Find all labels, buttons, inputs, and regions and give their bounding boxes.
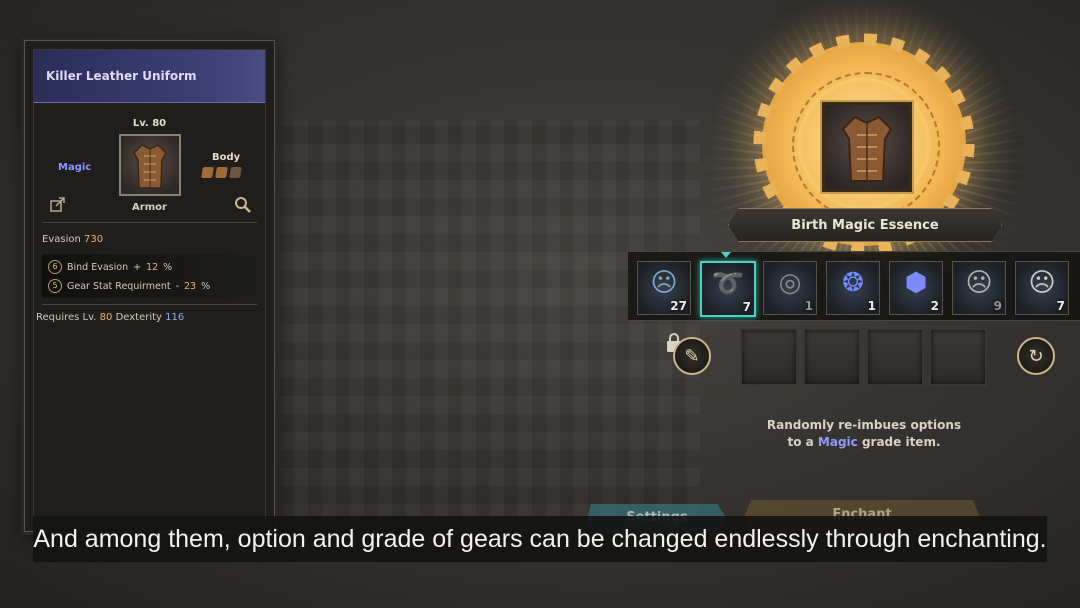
material-count: 9 (993, 299, 1002, 313)
material-strip: ☹ 27 ➰ 7 ◎ 1 ❂ 1 ⬢ 2 ☹ 9 ☹ 7 (628, 251, 1080, 321)
silver-face-icon: ☹ (1028, 268, 1056, 298)
base-stat-label: Evasion (42, 234, 81, 245)
item-tooltip-inner: Killer Leather Uniform Lv. 80 Magic Body… (33, 49, 266, 523)
material-count: 27 (670, 299, 687, 313)
pencil-icon: ✎ (684, 345, 700, 367)
material-count: 1 (804, 299, 813, 313)
divider (42, 222, 257, 223)
material-count: 2 (930, 299, 939, 313)
item-type: Armor (132, 202, 167, 213)
selected-material-name: Birth Magic Essence (791, 217, 939, 233)
item-name-header: Killer Leather Uniform (34, 50, 265, 103)
gray-orb-icon: ◎ (778, 268, 802, 298)
material-slot-rune-ring[interactable]: ❂ 1 (826, 261, 880, 315)
item-tooltip-panel: Killer Leather Uniform Lv. 80 Magic Body… (24, 40, 275, 532)
description-prefix: to a (787, 435, 818, 449)
material-count: 1 (867, 299, 876, 313)
serpent-essence-icon: ➰ (711, 269, 745, 299)
option-row: 5 Gear Stat Requirment - 23 % (48, 279, 210, 293)
requirement-stat-label: Dexterity (115, 312, 162, 323)
subtitle-text: And among them, option and grade of gear… (33, 524, 1047, 553)
option-slot (866, 328, 924, 386)
material-count: 7 (1056, 299, 1065, 313)
option-label: Bind Evasion (67, 261, 129, 273)
selected-material-banner: Birth Magic Essence (728, 208, 1002, 242)
material-slot-rune-cube[interactable]: ⬢ 2 (889, 261, 943, 315)
armor-item-icon (119, 134, 181, 196)
description-grade: Magic (817, 435, 858, 449)
option-row: 6 Bind Evasion + 12 % (48, 260, 172, 274)
base-stat-value: 730 (84, 234, 104, 245)
rune-cube-icon: ⬢ (904, 268, 928, 298)
enchant-description: Randomly re-imbues options to a Magic gr… (720, 417, 1008, 451)
spirit-face-icon: ☹ (650, 268, 678, 298)
description-line-2: to a Magic grade item. (720, 434, 1008, 451)
material-count: 7 (742, 300, 751, 314)
edit-pencil-button[interactable]: ✎ (673, 337, 711, 375)
divider (42, 304, 257, 305)
option-sign: + (133, 261, 142, 273)
material-slot-gray-orb[interactable]: ◎ 1 (763, 261, 817, 315)
selected-material-marker-icon (721, 252, 731, 258)
description-line-1: Randomly re-imbues options (766, 418, 962, 432)
option-slot (929, 328, 987, 386)
option-tier-badge: 6 (48, 260, 62, 274)
option-label: Gear Stat Requirment (67, 280, 171, 292)
item-slot: Body (212, 152, 241, 163)
requirement-level-value: 80 (99, 312, 113, 323)
option-tier-badge: 5 (48, 279, 62, 293)
option-slot (740, 328, 798, 386)
background-wall (280, 120, 700, 540)
option-value: 12 (146, 261, 159, 273)
video-subtitle: And among them, option and grade of gear… (33, 516, 1047, 562)
description-suffix: grade item. (857, 435, 941, 449)
option-slot (803, 328, 861, 386)
base-stat-line: Evasion 730 (42, 234, 103, 245)
body-slot-indicator (201, 167, 242, 178)
item-name: Killer Leather Uniform (46, 69, 197, 83)
reset-button[interactable]: ↻ (1017, 337, 1055, 375)
option-value: 23 (184, 280, 197, 292)
option-unit: % (163, 261, 173, 273)
option-unit: % (201, 280, 211, 292)
item-grade: Magic (58, 162, 92, 173)
requirement-level-label: Requires Lv. (36, 312, 97, 323)
requirements-line: Requires Lv. 80 Dexterity 116 (36, 312, 184, 323)
rune-ring-icon: ❂ (842, 268, 864, 298)
pale-face-icon: ☹ (965, 268, 993, 298)
material-slot-serpent-essence[interactable]: ➰ 7 (700, 261, 756, 317)
material-slot-spirit-face[interactable]: ☹ 27 (637, 261, 691, 315)
option-sign: - (175, 280, 180, 292)
material-slot-pale-face[interactable]: ☹ 9 (952, 261, 1006, 315)
requirement-stat-value: 116 (165, 312, 185, 323)
option-list: 6 Bind Evasion + 12 % 5 Gear Stat Requir… (42, 254, 257, 298)
target-armor-icon[interactable] (822, 102, 912, 192)
refresh-icon: ↻ (1028, 345, 1044, 367)
item-level: Lv. 80 (132, 118, 167, 129)
material-slot-silver-face[interactable]: ☹ 7 (1015, 261, 1069, 315)
